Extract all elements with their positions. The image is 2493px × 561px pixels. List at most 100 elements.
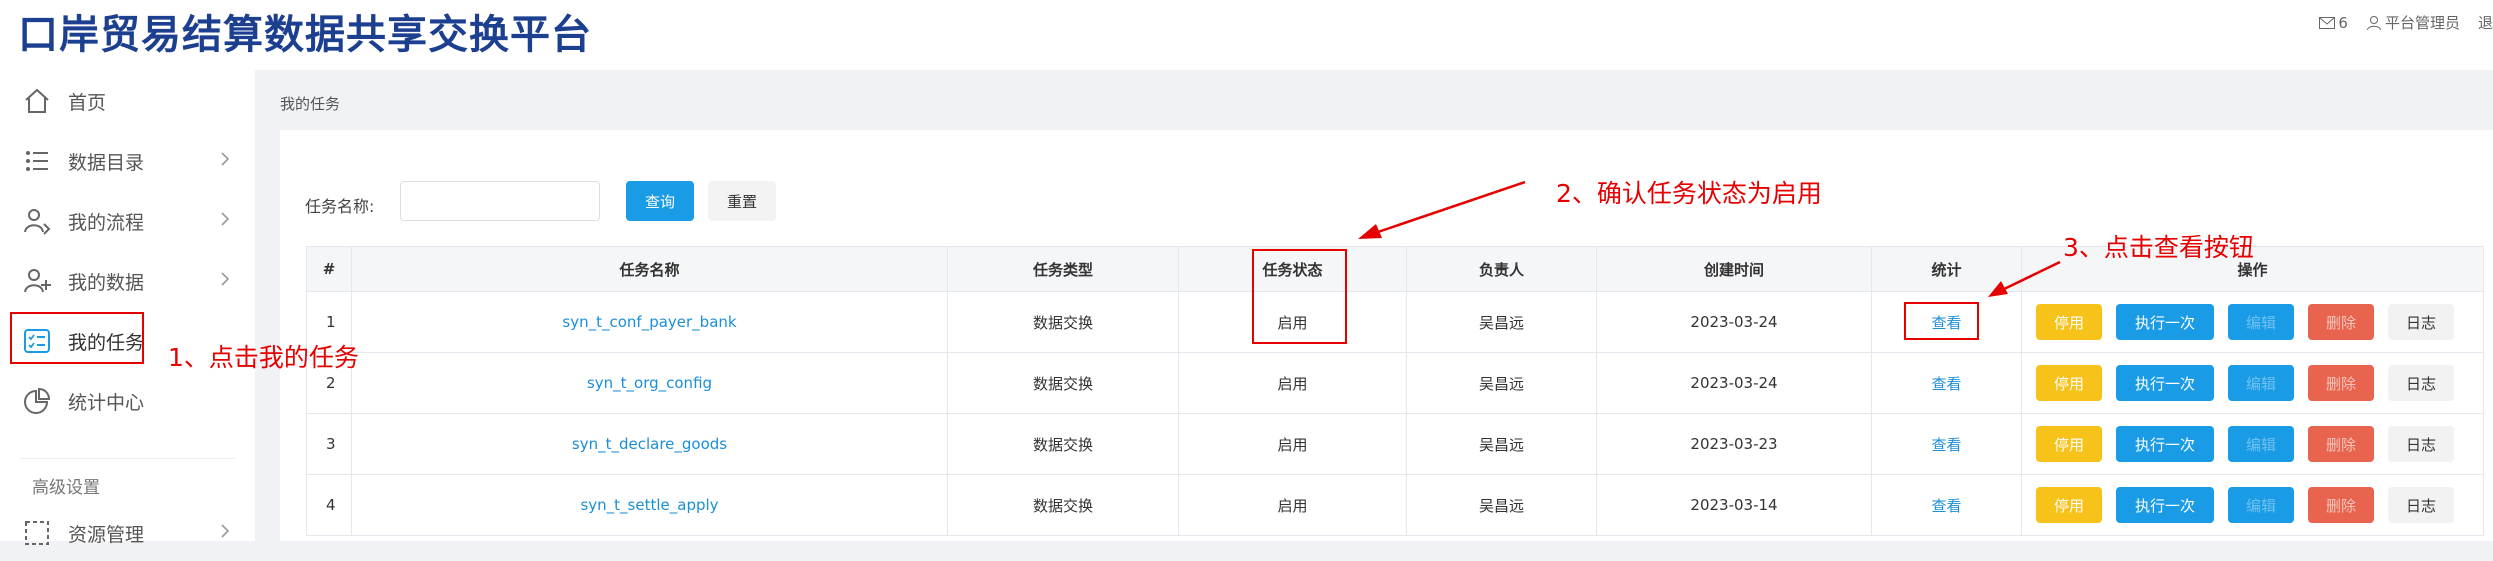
task-type: 数据交换 xyxy=(947,474,1179,536)
message-count: 6 xyxy=(2338,13,2348,32)
column-header: 任务状态 xyxy=(1178,246,1407,292)
view-stats-link[interactable]: 查看 xyxy=(1871,413,2022,475)
run-once-button[interactable]: 执行一次 xyxy=(2116,365,2214,401)
actions-cell: 停用 执行一次 编辑 删除 日志 xyxy=(2021,413,2484,475)
user-add-icon xyxy=(20,264,54,298)
edit-button[interactable]: 编辑 xyxy=(2228,426,2294,462)
task-type: 数据交换 xyxy=(947,352,1179,414)
edit-button[interactable]: 编辑 xyxy=(2228,304,2294,340)
task-icon xyxy=(20,324,54,358)
actions-cell: 停用 执行一次 编辑 删除 日志 xyxy=(2021,291,2484,353)
resource-icon xyxy=(20,516,54,550)
column-header: 任务类型 xyxy=(947,246,1179,292)
run-once-button[interactable]: 执行一次 xyxy=(2116,487,2214,523)
delete-button[interactable]: 删除 xyxy=(2308,487,2374,523)
task-type: 数据交换 xyxy=(947,291,1179,353)
sidebar-item-label: 数据目录 xyxy=(68,151,145,174)
disable-button[interactable]: 停用 xyxy=(2036,426,2102,462)
app-title: 口岸贸易结算数据共享交换平台 xyxy=(18,12,592,58)
log-button[interactable]: 日志 xyxy=(2388,426,2454,462)
column-header: 创建时间 xyxy=(1596,246,1872,292)
home-icon xyxy=(20,84,54,118)
task-status: 启用 xyxy=(1178,352,1407,414)
header: 口岸贸易结算数据共享交换平台 6 平台管理员 退 xyxy=(0,0,2493,70)
task-owner: 吴昌远 xyxy=(1406,291,1597,353)
sidebar-item-resource-management[interactable]: 资源管理 xyxy=(10,505,250,561)
user-menu[interactable]: 平台管理员 xyxy=(2366,12,2460,33)
user-flow-icon xyxy=(20,204,54,238)
breadcrumb: 我的任务 xyxy=(280,95,341,113)
sidebar-item-my-data[interactable]: 我的数据 xyxy=(10,253,250,309)
task-type: 数据交换 xyxy=(947,413,1179,475)
pie-chart-icon xyxy=(20,384,54,418)
chevron-right-icon xyxy=(221,272,230,286)
sidebar-section-title: 高级设置 xyxy=(32,478,100,498)
search-label: 任务名称: xyxy=(305,197,375,216)
header-actions: 6 平台管理员 退 xyxy=(2319,12,2493,33)
row-index: 4 xyxy=(306,474,352,536)
column-header: # xyxy=(306,246,352,292)
log-button[interactable]: 日志 xyxy=(2388,365,2454,401)
table-row: 3 syn_t_declare_goods 数据交换 启用 吴昌远 2023-0… xyxy=(306,413,2484,475)
disable-button[interactable]: 停用 xyxy=(2036,365,2102,401)
sidebar-item-data-catalog[interactable]: 数据目录 xyxy=(10,133,250,189)
table-row: 2 syn_t_org_config 数据交换 启用 吴昌远 2023-03-2… xyxy=(306,352,2484,414)
log-button[interactable]: 日志 xyxy=(2388,487,2454,523)
run-once-button[interactable]: 执行一次 xyxy=(2116,304,2214,340)
created-time: 2023-03-23 xyxy=(1596,413,1872,475)
task-owner: 吴昌远 xyxy=(1406,352,1597,414)
query-button[interactable]: 查询 xyxy=(626,181,694,221)
list-icon xyxy=(20,144,54,178)
edit-button[interactable]: 编辑 xyxy=(2228,487,2294,523)
log-button[interactable]: 日志 xyxy=(2388,304,2454,340)
user-icon xyxy=(2366,15,2381,30)
task-name-link[interactable]: syn_t_conf_payer_bank xyxy=(351,291,948,353)
disable-button[interactable]: 停用 xyxy=(2036,487,2102,523)
task-name-input[interactable] xyxy=(400,181,600,221)
chevron-right-icon xyxy=(221,524,230,538)
task-name-link[interactable]: syn_t_settle_apply xyxy=(351,474,948,536)
delete-button[interactable]: 删除 xyxy=(2308,365,2374,401)
view-stats-link[interactable]: 查看 xyxy=(1871,352,2022,414)
user-name: 平台管理员 xyxy=(2384,14,2460,32)
column-header: 负责人 xyxy=(1406,246,1597,292)
table-row: 4 syn_t_settle_apply 数据交换 启用 吴昌远 2023-03… xyxy=(306,474,2484,536)
messages-button[interactable]: 6 xyxy=(2319,14,2348,32)
delete-button[interactable]: 删除 xyxy=(2308,426,2374,462)
sidebar-item-label: 资源管理 xyxy=(68,523,145,546)
task-name-link[interactable]: syn_t_declare_goods xyxy=(351,413,948,475)
sidebar-item-home[interactable]: 首页 xyxy=(10,73,250,129)
task-status: 启用 xyxy=(1178,474,1407,536)
task-owner: 吴昌远 xyxy=(1406,413,1597,475)
sidebar-item-label: 我的任务 xyxy=(68,331,145,354)
row-index: 3 xyxy=(306,413,352,475)
created-time: 2023-03-24 xyxy=(1596,291,1872,353)
annotation-step2: 2、确认任务状态为启用 xyxy=(1556,179,1822,208)
run-once-button[interactable]: 执行一次 xyxy=(2116,426,2214,462)
created-time: 2023-03-24 xyxy=(1596,352,1872,414)
sidebar-item-label: 我的数据 xyxy=(68,271,145,294)
delete-button[interactable]: 删除 xyxy=(2308,304,2374,340)
logout-button[interactable]: 退 xyxy=(2478,12,2493,33)
sidebar-item-my-flow[interactable]: 我的流程 xyxy=(10,193,250,249)
task-name-link[interactable]: syn_t_org_config xyxy=(351,352,948,414)
task-status: 启用 xyxy=(1178,413,1407,475)
sidebar-item-label: 我的流程 xyxy=(68,211,145,234)
column-header: 统计 xyxy=(1871,246,2022,292)
mail-icon xyxy=(2319,16,2336,29)
created-time: 2023-03-14 xyxy=(1596,474,1872,536)
actions-cell: 停用 执行一次 编辑 删除 日志 xyxy=(2021,352,2484,414)
annotation-step1: 1、点击我的任务 xyxy=(168,343,359,372)
sidebar-item-label: 统计中心 xyxy=(68,391,145,414)
view-stats-link[interactable]: 查看 xyxy=(1871,291,2022,353)
sidebar-item-statistics[interactable]: 统计中心 xyxy=(10,373,250,429)
view-stats-link[interactable]: 查看 xyxy=(1871,474,2022,536)
column-header: 任务名称 xyxy=(351,246,948,292)
table-row: 1 syn_t_conf_payer_bank 数据交换 启用 吴昌远 2023… xyxy=(306,291,2484,353)
reset-button[interactable]: 重置 xyxy=(708,181,776,221)
chevron-right-icon xyxy=(221,152,230,166)
task-table: # 任务名称 任务类型 任务状态 负责人 创建时间 统计 操作 1 syn_t_… xyxy=(306,246,2484,536)
disable-button[interactable]: 停用 xyxy=(2036,304,2102,340)
chevron-right-icon xyxy=(221,212,230,226)
edit-button[interactable]: 编辑 xyxy=(2228,365,2294,401)
